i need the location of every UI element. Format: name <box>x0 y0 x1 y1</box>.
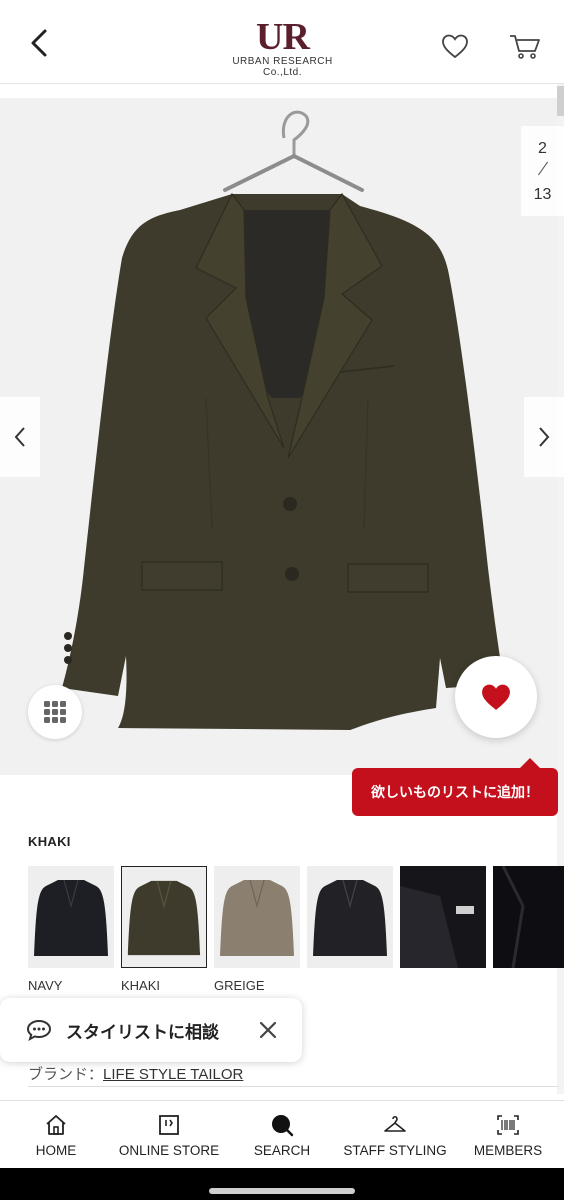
swatch-label-khaki: KHAKI <box>121 978 161 993</box>
heart-outline-icon <box>442 34 468 59</box>
nav-search[interactable]: SEARCH <box>226 1101 338 1169</box>
system-home-indicator[interactable] <box>209 1188 355 1194</box>
barcode-icon <box>497 1115 519 1135</box>
nav-staff-styling[interactable]: STAFF STYLING <box>339 1101 451 1169</box>
nav-search-label: SEARCH <box>253 1143 311 1158</box>
chevron-right-icon <box>539 427 550 447</box>
image-counter-current: 2 <box>538 140 547 157</box>
heart-filled-icon <box>482 684 510 710</box>
nav-home-label: HOME <box>35 1143 77 1158</box>
back-button[interactable] <box>22 26 56 60</box>
nav-members[interactable]: MEMBERS <box>452 1101 564 1169</box>
color-swatch-greige[interactable] <box>214 866 300 968</box>
page-scrollbar-thumb[interactable] <box>557 86 564 116</box>
image-grid-button[interactable] <box>28 685 82 739</box>
stylist-consult-label: スタイリストに相談 <box>66 1023 219 1043</box>
chat-bubble-icon <box>26 1019 52 1042</box>
nav-online-store[interactable]: ONLINE STORE <box>113 1101 225 1169</box>
gallery-prev-button[interactable] <box>0 397 40 477</box>
system-navigation-bar <box>0 1168 564 1200</box>
brand-logo[interactable]: UR URBAN RESEARCH Co.,Ltd. <box>215 16 350 78</box>
consult-close-button[interactable] <box>256 1018 280 1042</box>
shopping-bag-icon <box>159 1115 179 1135</box>
swatch-thumbnail-fabric <box>493 866 564 968</box>
section-divider <box>28 1086 558 1087</box>
nav-members-label: MEMBERS <box>473 1143 543 1158</box>
color-swatch-navy[interactable] <box>28 866 114 968</box>
selected-color-label: KHAKI <box>28 834 71 849</box>
detail-thumbnail-fabric[interactable] <box>493 866 564 968</box>
color-swatch-black[interactable] <box>307 866 393 968</box>
swatch-label-navy: NAVY <box>28 978 63 993</box>
brand-prefix: ブランド： <box>28 1065 104 1083</box>
swatch-thumbnail-navy <box>34 879 108 956</box>
swatch-thumbnail-lining <box>400 866 486 968</box>
image-counter: 2 13 <box>521 126 564 216</box>
bottom-navigation: HOME ONLINE STORE SEARCH STAFF STYLING M… <box>0 1100 564 1168</box>
nav-home[interactable]: HOME <box>0 1101 112 1169</box>
cart-button[interactable] <box>508 32 542 60</box>
swatch-thumbnail-black <box>313 879 387 956</box>
wishlist-button[interactable] <box>440 32 470 60</box>
swatch-thumbnail-greige <box>220 879 294 956</box>
grid-icon <box>44 701 66 723</box>
close-icon <box>259 1021 277 1039</box>
swatch-thumbnail-khaki <box>127 880 201 956</box>
add-to-wishlist-button[interactable] <box>455 656 537 738</box>
gallery-next-button[interactable] <box>524 397 564 477</box>
color-swatch-khaki[interactable] <box>121 866 207 968</box>
back-arrow-icon <box>31 29 47 57</box>
logo-subtitle: URBAN RESEARCH Co.,Ltd. <box>232 56 333 78</box>
brand-link[interactable]: LIFE STYLE TAILOR <box>103 1066 243 1083</box>
image-counter-total: 13 <box>533 186 552 203</box>
swatch-label-greige: GREIGE <box>214 978 265 993</box>
brand-row: ブランド：LIFE STYLE TAILOR <box>28 1063 243 1084</box>
logo-mark: UR <box>256 16 310 58</box>
nav-online-store-label: ONLINE STORE <box>118 1143 220 1158</box>
stylist-consult-button[interactable]: スタイリストに相談 <box>0 998 302 1062</box>
image-counter-separator <box>538 161 548 176</box>
home-icon <box>46 1115 66 1135</box>
chevron-left-icon <box>14 427 25 447</box>
search-icon <box>272 1115 294 1137</box>
cart-icon <box>510 35 540 59</box>
app-header: UR URBAN RESEARCH Co.,Ltd. <box>0 0 564 84</box>
nav-staff-styling-label: STAFF STYLING <box>343 1143 447 1158</box>
detail-thumbnail-lining[interactable] <box>400 866 486 968</box>
wishlist-tooltip[interactable]: 欲しいものリストに追加！ <box>352 758 558 816</box>
hanger-icon <box>384 1115 406 1132</box>
